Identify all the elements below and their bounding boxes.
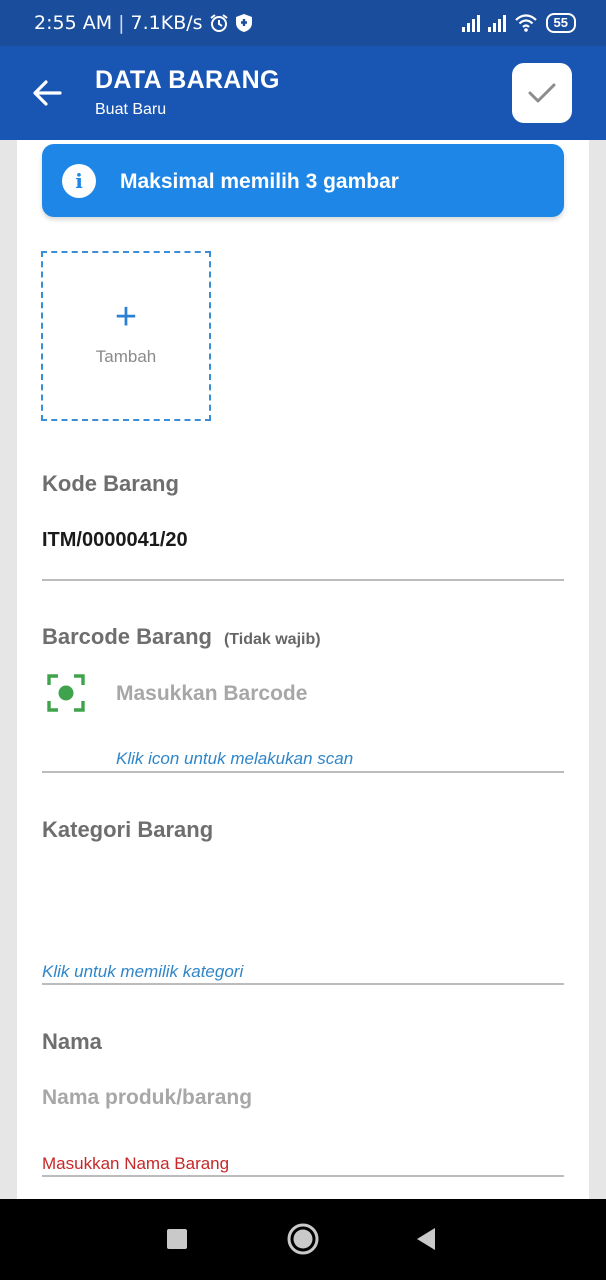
status-time: 2:55 AM — [34, 12, 113, 34]
barcode-optional-note: (Tidak wajib) — [223, 631, 321, 648]
alarm-icon — [209, 14, 228, 32]
info-icon: i — [62, 164, 96, 198]
barcode-underline — [42, 771, 564, 773]
page-subtitle: Buat Baru — [95, 101, 167, 118]
barcode-input[interactable]: Masukkan Barcode — [116, 682, 307, 706]
status-bar: 2:55 AM | 7.1KB/s 55 — [0, 0, 606, 46]
status-divider: | — [118, 12, 125, 34]
kode-value: ITM/0000041/20 — [42, 529, 188, 551]
check-icon — [528, 83, 556, 103]
nama-error: Masukkan Nama Barang — [42, 1154, 230, 1173]
scan-icon[interactable] — [47, 674, 85, 712]
barcode-label-row: Barcode Barang (Tidak wajib) — [42, 624, 321, 650]
kode-label: Kode Barang — [42, 471, 179, 496]
arrow-left-icon[interactable] — [30, 76, 64, 110]
status-right: 55 — [461, 0, 576, 46]
wifi-icon — [514, 14, 537, 32]
battery-indicator: 55 — [545, 13, 576, 33]
barcode-label: Barcode Barang — [42, 624, 212, 649]
info-text: Maksimal memilih 3 gambar — [120, 170, 399, 193]
kode-underline — [42, 579, 564, 581]
status-left: 2:55 AM | 7.1KB/s — [34, 0, 253, 46]
back-triangle-icon[interactable] — [408, 1221, 444, 1257]
kategori-underline — [42, 983, 564, 985]
add-image-label: Tambah — [95, 347, 157, 366]
nama-input[interactable]: Nama produk/barang — [42, 1086, 252, 1110]
kategori-label: Kategori Barang — [42, 817, 214, 842]
save-button[interactable] — [512, 63, 572, 123]
signal-icon-2 — [487, 14, 506, 32]
form-card: i Maksimal memilih 3 gambar + Tambah Kod… — [17, 140, 589, 1199]
shield-icon — [235, 14, 252, 32]
plus-icon: + — [114, 296, 138, 338]
nama-label: Nama — [42, 1029, 102, 1054]
app-bar: DATA BARANG Buat Baru — [0, 46, 606, 140]
home-icon[interactable] — [285, 1221, 321, 1257]
kategori-select[interactable]: Klik untuk memilik kategori — [42, 962, 243, 982]
info-banner: i Maksimal memilih 3 gambar — [42, 144, 564, 217]
page-title: DATA BARANG — [95, 66, 280, 94]
recent-apps-icon[interactable] — [159, 1221, 195, 1257]
signal-icon — [461, 14, 480, 32]
nama-underline — [42, 1175, 564, 1177]
add-image-button[interactable]: + Tambah — [41, 251, 211, 421]
system-nav-bar — [0, 1199, 606, 1280]
barcode-hint: Klik icon untuk melakukan scan — [116, 749, 354, 768]
status-speed: 7.1KB/s — [130, 12, 203, 34]
